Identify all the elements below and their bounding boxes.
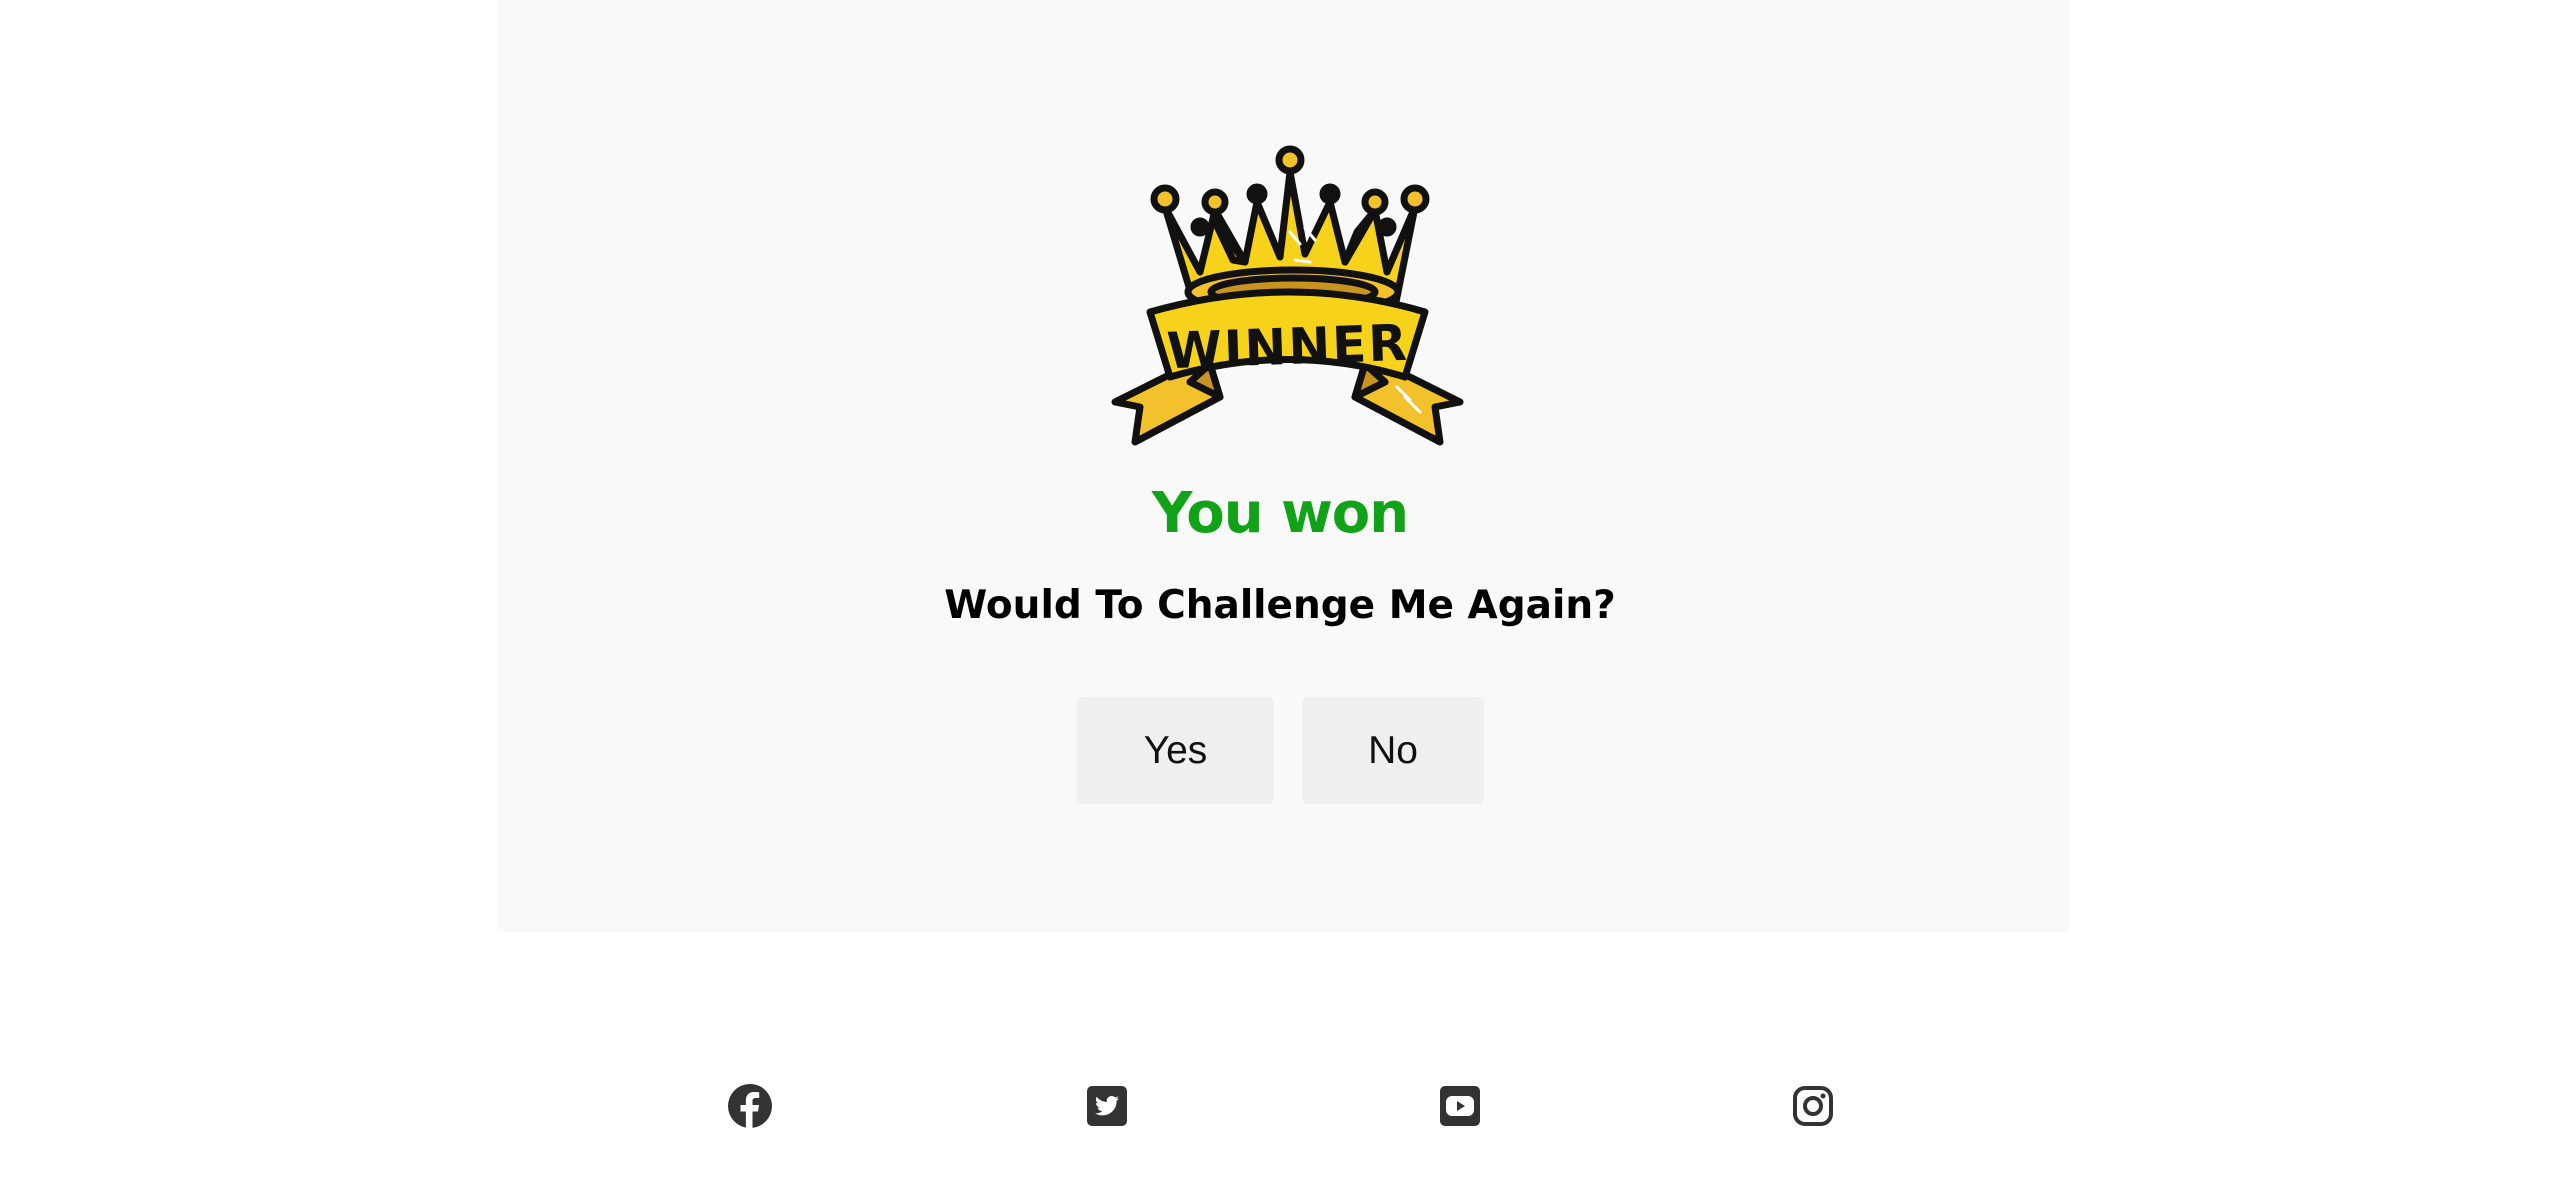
play-again-question: Would To Challenge Me Again? [944, 583, 1616, 628]
twitter-link[interactable] [1084, 1083, 1130, 1129]
no-button[interactable]: No [1302, 697, 1484, 804]
page: WINNER You won Would To Challenge Me Aga… [0, 0, 2560, 1187]
youtube-link[interactable] [1437, 1083, 1483, 1129]
youtube-icon [1437, 1083, 1483, 1129]
instagram-link[interactable] [1790, 1083, 1836, 1129]
facebook-icon [727, 1083, 773, 1129]
facebook-link[interactable] [727, 1083, 773, 1129]
result-title: You won [1151, 481, 1409, 546]
winner-crown-image: WINNER [1105, 132, 1470, 447]
yes-button[interactable]: Yes [1077, 697, 1274, 804]
svg-text:WINNER: WINNER [1166, 314, 1410, 380]
twitter-icon [1084, 1083, 1130, 1129]
instagram-icon [1790, 1083, 1836, 1129]
